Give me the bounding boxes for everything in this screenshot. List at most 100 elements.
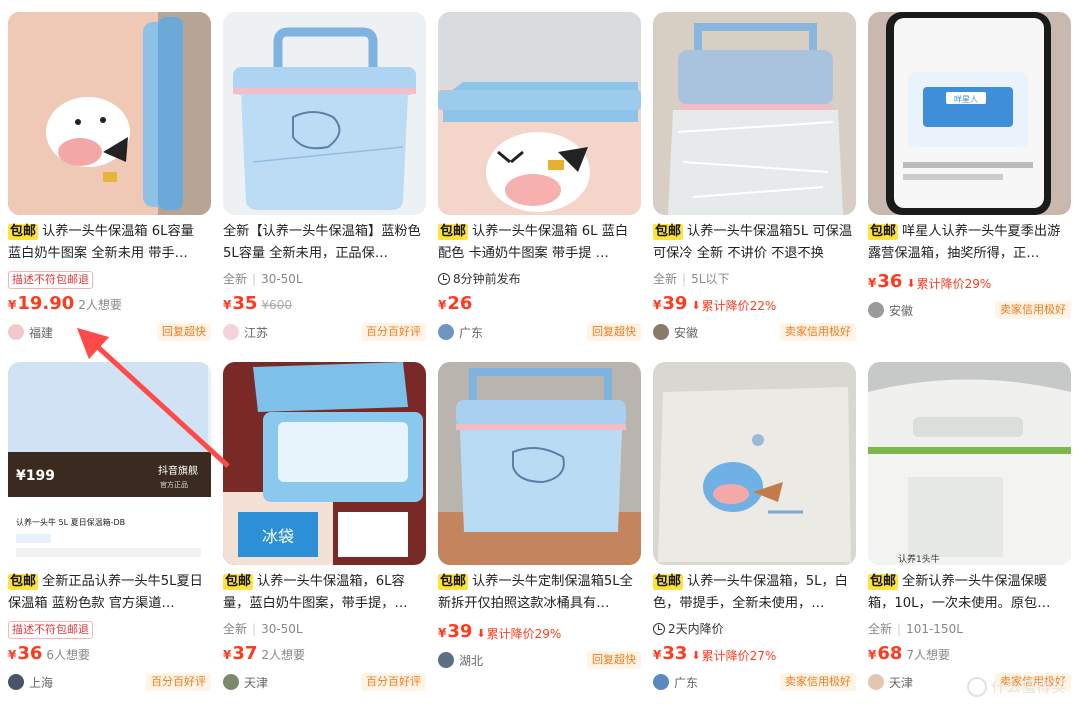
seller-avatar <box>223 324 239 340</box>
free-shipping-tag: 包邮 <box>868 224 899 240</box>
seller-tag: 卖家信用极好 <box>995 301 1071 319</box>
phone-screenshot-photo: 咩星人 <box>868 12 1071 215</box>
product-meta: 全新 | 5L以下 <box>653 272 730 286</box>
seller-row[interactable]: 安徽 卖家信用极好 <box>653 321 856 343</box>
price-drop: ⬇ 累计降价22% <box>691 299 777 313</box>
price-row: ¥36 ⬇ 累计降价29% <box>868 271 1071 297</box>
price-row: ¥35 ¥600 <box>223 293 426 319</box>
svg-text:¥199: ¥199 <box>16 468 55 484</box>
product-meta: 全新 | 101-150L <box>868 622 963 636</box>
arrow-down-icon: ⬇ <box>906 277 916 290</box>
seller-tag: 百分百好评 <box>361 323 426 341</box>
seller-location: 福建 <box>29 325 54 340</box>
condition: 全新 <box>868 622 893 636</box>
product-grid: 包邮 认养一头牛保温箱 6L容量 蓝白奶牛图案 全新未用 带手… 描述不符包邮退 … <box>0 0 1080 707</box>
product-image[interactable] <box>653 12 856 215</box>
seller-location: 江苏 <box>244 325 269 340</box>
arrow-down-icon: ⬇ <box>691 649 701 662</box>
want-count: 2人想要 <box>78 298 122 312</box>
free-shipping-tag: 包邮 <box>653 224 684 240</box>
product-card[interactable]: ¥199 抖音旗舰 官方正品 认养一头牛 5L 夏日保温箱-DB 包邮 全新正品认… <box>8 362 211 693</box>
product-card[interactable]: 包邮 认养一头牛保温箱 6L容量 蓝白奶牛图案 全新未用 带手… 描述不符包邮退 … <box>8 12 211 343</box>
product-card[interactable]: 包邮 认养一头牛保温箱 6L 蓝白配色 卡通奶牛图案 带手提 … 8分钟前发布 ¥… <box>438 12 641 343</box>
product-title[interactable]: 包邮 认养一头牛保温箱，5L，白色，带提手，全新未使用，… <box>653 571 856 615</box>
product-card[interactable]: 包邮 认养一头牛定制保温箱5L全新拆开仅拍照这款冰桶具有… ¥39 ⬇ 累计降价29… <box>438 362 641 671</box>
seller-avatar <box>653 674 669 690</box>
seller-location: 广东 <box>459 325 484 340</box>
seller-row[interactable]: 福建 回复超快 <box>8 321 211 343</box>
capacity: 5L以下 <box>691 272 730 286</box>
condition: 全新 <box>653 272 678 286</box>
return-policy-badge: 描述不符包邮退 <box>8 621 93 639</box>
product-card[interactable]: 包邮 认养一头牛保温箱，5L，白色，带提手，全新未使用，… 2天内降价 ¥33 ⬇… <box>653 362 856 693</box>
free-shipping-tag: 包邮 <box>8 574 39 590</box>
clock-icon <box>438 273 450 285</box>
price-row: ¥68 7人想要 <box>868 643 1071 669</box>
want-count: 6人想要 <box>46 648 91 662</box>
product-title[interactable]: 包邮 认养一头牛保温箱5L 可保温可保冷 全新 不讲价 不退不换 <box>653 221 856 265</box>
product-title[interactable]: 包邮 认养一头牛保温箱，6L容量，蓝白奶牛图案，带手提，… <box>223 571 426 615</box>
free-shipping-tag: 包邮 <box>868 574 899 590</box>
free-shipping-tag: 包邮 <box>653 574 684 590</box>
seller-row[interactable]: 江苏 百分百好评 <box>223 321 426 343</box>
price: ¥35 <box>223 293 258 314</box>
price: ¥19.90 <box>8 293 75 314</box>
seller-row[interactable]: 广东 回复超快 <box>438 321 641 343</box>
product-title[interactable]: 包邮 全新正品认养一头牛5L夏日保温箱 蓝粉色款 官方渠道… <box>8 571 211 615</box>
seller-avatar <box>438 324 454 340</box>
product-card[interactable]: 认养1头牛 包邮 全新认养一头牛保温保暖箱，10L，一次未使用。原包… 全新 | 10… <box>868 362 1071 693</box>
seller-row[interactable]: 湖北 回复超快 <box>438 649 641 671</box>
price: ¥37 <box>223 643 258 664</box>
product-image[interactable] <box>8 12 211 215</box>
product-title[interactable]: 包邮 咩星人认养一头牛夏季出游露营保温箱，抽奖所得，正… <box>868 221 1071 265</box>
cooler-photo-2 <box>223 12 426 215</box>
product-title[interactable]: 包邮 全新认养一头牛保温保暖箱，10L，一次未使用。原包… <box>868 571 1071 615</box>
product-title[interactable]: 包邮 认养一头牛保温箱 6L 蓝白配色 卡通奶牛图案 带手提 … <box>438 221 641 265</box>
seller-avatar <box>8 324 24 340</box>
product-meta: 描述不符包邮退 <box>8 269 211 293</box>
seller-row[interactable]: 安徽 卖家信用极好 <box>868 299 1071 321</box>
product-image[interactable]: 认养1头牛 <box>868 362 1071 565</box>
cooler-photo-8 <box>438 362 641 565</box>
svg-text:认养一头牛 5L 夏日保温箱-DB: 认养一头牛 5L 夏日保温箱-DB <box>16 517 125 527</box>
product-image[interactable]: ¥199 抖音旗舰 官方正品 认养一头牛 5L 夏日保温箱-DB <box>8 362 211 565</box>
seller-location: 天津 <box>244 675 269 690</box>
product-title[interactable]: 包邮 认养一头牛定制保温箱5L全新拆开仅拍照这款冰桶具有… <box>438 571 641 615</box>
product-card[interactable]: 咩星人 包邮 咩星人认养一头牛夏季出游露营保温箱，抽奖所得，正… ¥36 ⬇ 累计降… <box>868 12 1071 321</box>
cooler-bag-photo <box>653 362 856 565</box>
product-card[interactable]: 冰袋 包邮 认养一头牛保温箱，6L容量，蓝白奶牛图案，带手提，… 全新 | 30-50… <box>223 362 426 693</box>
product-title[interactable]: 全新【认养一头牛保温箱】蓝粉色 5L容量 全新未用，正品保… <box>223 221 426 265</box>
product-meta: 全新 | 30-50L <box>223 272 303 286</box>
price: ¥68 <box>868 643 903 664</box>
seller-location: 天津 <box>889 675 914 690</box>
seller-row[interactable]: 广东 卖家信用极好 <box>653 671 856 693</box>
cooler-photo-1 <box>8 12 211 215</box>
product-card[interactable]: 全新【认养一头牛保温箱】蓝粉色 5L容量 全新未用，正品保… 全新 | 30-50L… <box>223 12 426 343</box>
seller-avatar <box>8 674 24 690</box>
product-image[interactable]: 冰袋 <box>223 362 426 565</box>
seller-tag: 百分百好评 <box>146 673 211 691</box>
product-card[interactable]: 包邮 认养一头牛保温箱5L 可保温可保冷 全新 不讲价 不退不换 全新 | 5L以下 … <box>653 12 856 343</box>
seller-tag: 回复超快 <box>157 323 211 341</box>
seller-row[interactable]: 天津 百分百好评 <box>223 671 426 693</box>
product-image[interactable] <box>223 12 426 215</box>
product-image[interactable] <box>438 12 641 215</box>
product-title[interactable]: 包邮 认养一头牛保温箱 6L容量 蓝白奶牛图案 全新未用 带手… <box>8 221 211 265</box>
svg-text:抖音旗舰: 抖音旗舰 <box>158 464 198 477</box>
price: ¥33 <box>653 643 688 664</box>
cooler-open-photo: 冰袋 <box>223 362 426 565</box>
seller-location: 安徽 <box>674 325 699 340</box>
cooler-photo-4 <box>653 12 856 215</box>
product-image[interactable] <box>653 362 856 565</box>
price-drop: ⬇ 累计降价29% <box>906 277 992 291</box>
price: ¥36 <box>8 643 43 664</box>
product-image[interactable]: 咩星人 <box>868 12 1071 215</box>
clock-icon <box>653 623 665 635</box>
product-image[interactable] <box>438 362 641 565</box>
price-row: ¥39 ⬇ 累计降价22% <box>653 293 856 319</box>
price-drop: ⬇ 累计降价29% <box>476 627 562 641</box>
price-row: ¥39 ⬇ 累计降价29% <box>438 621 641 647</box>
seller-row[interactable]: 上海 百分百好评 <box>8 671 211 693</box>
seller-avatar <box>868 302 884 318</box>
svg-text:咩星人: 咩星人 <box>954 94 978 104</box>
